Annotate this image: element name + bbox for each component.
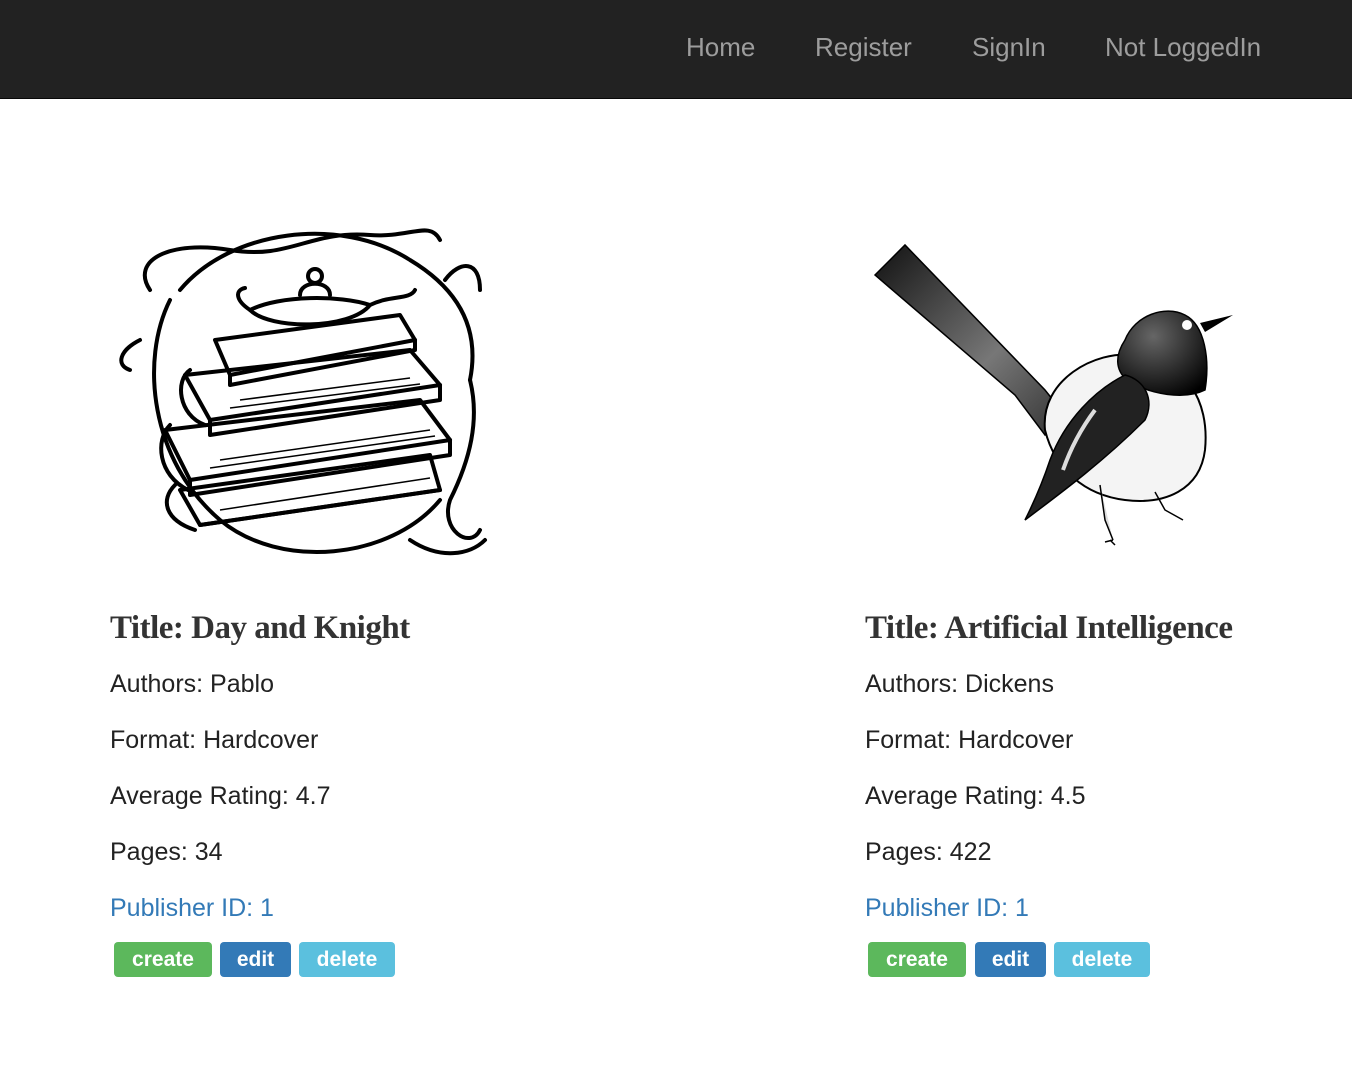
book-format: Format: Hardcover xyxy=(110,726,319,754)
edit-button[interactable]: edit xyxy=(220,942,291,977)
nav-register-link[interactable]: Register xyxy=(815,30,912,64)
book-rating: Average Rating: 4.5 xyxy=(865,782,1086,810)
book-title: Title: Artificial Intelligence xyxy=(865,610,1233,646)
books-and-lamp-illustration xyxy=(119,228,487,556)
nav-signin-link[interactable]: SignIn xyxy=(972,30,1046,64)
create-button[interactable]: create xyxy=(868,942,966,977)
book-format: Format: Hardcover xyxy=(865,726,1074,754)
nav-login-status[interactable]: Not LoggedIn xyxy=(1105,30,1261,64)
edit-button[interactable]: edit xyxy=(975,942,1046,977)
delete-button[interactable]: delete xyxy=(299,942,395,977)
delete-button[interactable]: delete xyxy=(1054,942,1150,977)
top-navbar: Home Register SignIn Not LoggedIn xyxy=(0,0,1352,99)
create-button[interactable]: create xyxy=(114,942,212,977)
publisher-link[interactable]: Publisher ID: 1 xyxy=(110,894,274,923)
publisher-link[interactable]: Publisher ID: 1 xyxy=(865,894,1029,923)
book-authors: Authors: Dickens xyxy=(865,670,1054,698)
book-rating: Average Rating: 4.7 xyxy=(110,782,331,810)
book-authors: Authors: Pablo xyxy=(110,670,274,698)
book-title: Title: Day and Knight xyxy=(110,610,410,646)
book-pages: Pages: 422 xyxy=(865,838,992,866)
book-cover-image xyxy=(865,200,1245,570)
book-cover-image xyxy=(110,200,490,570)
magpie-bird-illustration xyxy=(873,243,1233,546)
book-pages: Pages: 34 xyxy=(110,838,223,866)
nav-home-link[interactable]: Home xyxy=(686,30,755,64)
